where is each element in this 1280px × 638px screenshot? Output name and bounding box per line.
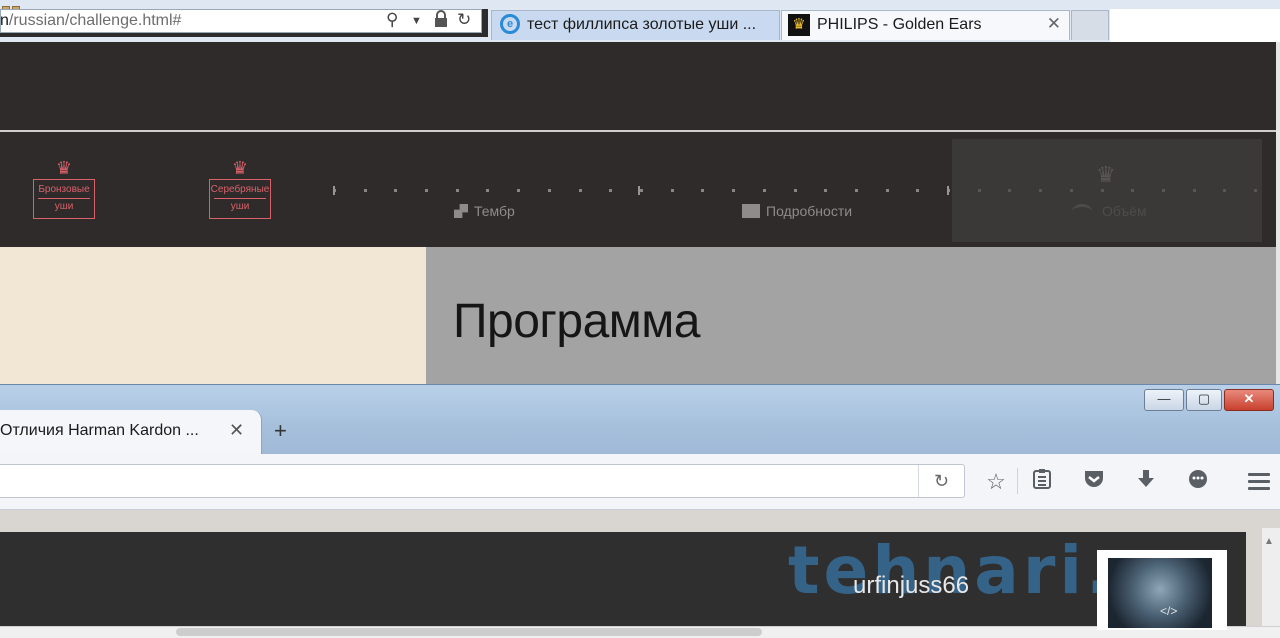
ie-tab-philips-test[interactable]: e тест филлипса золотые уши ... <box>491 10 780 40</box>
close-tab-icon[interactable]: ✕ <box>229 420 244 441</box>
system-menu-icons[interactable] <box>2 0 24 13</box>
site-header <box>0 42 1276 130</box>
nav-label: Подробности <box>766 203 853 219</box>
crown-icon: ♛ <box>231 158 249 178</box>
progress-dot <box>1008 189 1011 192</box>
progress-dot <box>855 189 858 192</box>
progress-dot <box>548 189 551 192</box>
username-label: urfinjuss66 <box>853 572 970 599</box>
progress-dot <box>609 189 612 192</box>
scroll-up-arrow-icon[interactable]: ▲ <box>1264 536 1274 547</box>
ie-title-strip <box>0 0 1280 9</box>
address-text[interactable]: n/russian/challenge.html# <box>0 12 181 30</box>
progress-dot <box>1254 189 1257 192</box>
level-badge: Бронзовые уши <box>33 179 95 219</box>
pocket-icon[interactable] <box>1080 468 1108 496</box>
badge-label: уши <box>54 201 74 212</box>
progress-tick <box>638 186 640 195</box>
bookmarks-list-icon[interactable] <box>1028 468 1056 496</box>
progress-dot <box>916 189 919 192</box>
level-badge: Серебряные уши <box>209 179 271 219</box>
progress-tick <box>947 186 949 195</box>
lock-icon[interactable] <box>433 10 449 33</box>
crown-favicon-icon: ♛ <box>788 14 810 36</box>
tab-label: Отличия Harman Kardon ... <box>0 422 199 439</box>
refresh-icon[interactable]: ↻ <box>457 10 471 30</box>
horizontal-scroll-thumb[interactable] <box>176 628 762 636</box>
equalizer-icon <box>742 204 760 218</box>
tab-label: PHILIPS - Golden Ears <box>817 16 982 33</box>
minimize-button[interactable]: — <box>1144 389 1184 411</box>
progress-dot <box>794 189 797 192</box>
progress-tick <box>333 186 335 195</box>
timbre-icon <box>454 204 468 218</box>
progress-dot <box>1223 189 1226 192</box>
program-title: Программа <box>453 295 700 348</box>
nav-timbre[interactable]: Тембр <box>454 203 515 219</box>
progress-dot <box>732 189 735 192</box>
menu-hamburger-icon[interactable] <box>1248 473 1270 491</box>
toolbar-separator <box>1017 468 1018 494</box>
crown-icon: ♛ <box>55 158 73 178</box>
ie-tab-golden-ears[interactable]: ♛ PHILIPS - Golden Ears ✕ <box>781 10 1070 40</box>
progress-dot <box>1070 189 1073 192</box>
progress-dot <box>1039 189 1042 192</box>
badge-label: уши <box>230 201 250 212</box>
nav-details[interactable]: Подробности <box>742 203 852 219</box>
progress-dot <box>824 189 827 192</box>
progress-dot <box>1193 189 1196 192</box>
progress-dot <box>1131 189 1134 192</box>
progress-dot <box>701 189 704 192</box>
code-icon: </> <box>1160 604 1178 618</box>
tab-label: тест филлипса золотые уши ... <box>527 16 757 33</box>
progress-dot <box>671 189 674 192</box>
progress-dot <box>886 189 889 192</box>
window-controls: — ▢ ✕ <box>1144 389 1274 411</box>
progress-dot <box>579 189 582 192</box>
progress-dot <box>364 189 367 192</box>
progress-dot <box>394 189 397 192</box>
ie-scrollbar[interactable] <box>1276 42 1280 384</box>
maximize-button[interactable]: ▢ <box>1186 389 1222 411</box>
ie-new-tab[interactable] <box>1071 10 1109 40</box>
nav-label: Тембр <box>474 203 515 219</box>
progress-track <box>0 186 1276 195</box>
bookmark-star-icon[interactable]: ☆ <box>982 468 1010 496</box>
reload-icon[interactable]: ↻ <box>918 465 964 497</box>
progress-dot <box>1101 189 1104 192</box>
ie-logo-icon: e <box>500 14 520 34</box>
progress-dot <box>517 189 520 192</box>
chat-icon[interactable] <box>1184 468 1212 496</box>
close-tab-icon[interactable]: ✕ <box>1047 14 1061 34</box>
url-bar[interactable] <box>0 464 965 498</box>
progress-dot <box>640 189 643 192</box>
search-icon[interactable]: ⚲ <box>386 10 398 30</box>
left-panel <box>0 247 426 384</box>
progress-dot <box>486 189 489 192</box>
download-icon[interactable] <box>1132 468 1160 496</box>
nav-volume[interactable]: Объём <box>1102 203 1147 219</box>
progress-dot <box>763 189 766 192</box>
crown-icon: ♛ <box>1096 162 1116 187</box>
dropdown-arrow-icon[interactable]: ▼ <box>411 15 422 27</box>
progress-dot <box>456 189 459 192</box>
progress-dot <box>978 189 981 192</box>
close-window-button[interactable]: ✕ <box>1224 389 1274 411</box>
progress-dot <box>1162 189 1165 192</box>
new-tab-button[interactable]: + <box>274 418 287 444</box>
wifi-icon <box>1072 204 1092 219</box>
ie-toolbar-blank <box>1110 9 1280 42</box>
progress-dot <box>425 189 428 192</box>
